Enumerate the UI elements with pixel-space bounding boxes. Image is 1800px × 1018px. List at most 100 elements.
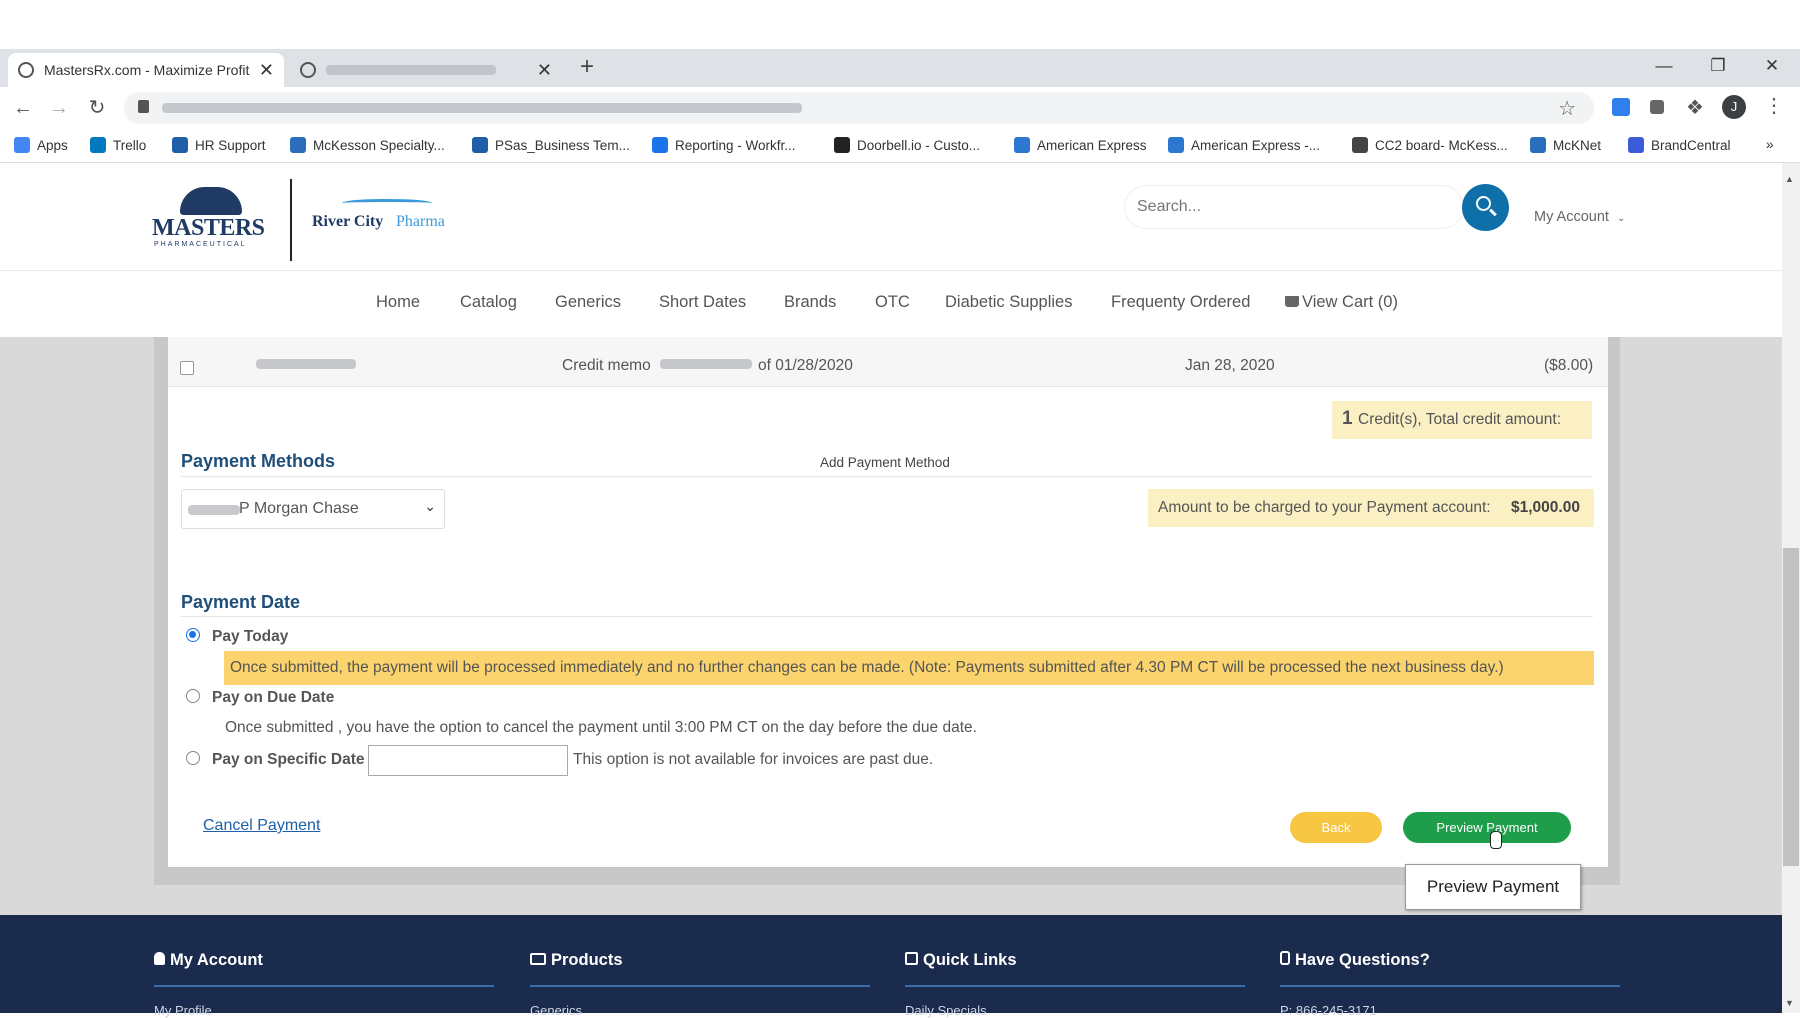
- credit-date: Jan 28, 2020: [1185, 357, 1275, 374]
- nav-otc[interactable]: OTC: [875, 293, 910, 312]
- minimize-icon[interactable]: —: [1636, 49, 1692, 83]
- footer-link-my-profile[interactable]: My Profile: [154, 1003, 212, 1018]
- redacted-id: [256, 359, 356, 369]
- profile-avatar[interactable]: J: [1722, 95, 1746, 119]
- scrollbar-thumb[interactable]: [1783, 548, 1799, 866]
- payment-date-title: Payment Date: [181, 592, 301, 612]
- footer-have-questions[interactable]: Have Questions?: [1280, 951, 1430, 970]
- puzzle-icon[interactable]: ❖: [1686, 95, 1704, 120]
- credit-row-checkbox[interactable]: [180, 361, 194, 375]
- reload-icon[interactable]: ↻: [82, 93, 112, 123]
- footer-quick-links[interactable]: Quick Links: [905, 951, 1017, 970]
- address-bar[interactable]: ☆: [124, 92, 1594, 124]
- bookmark-mcknet[interactable]: McKNet: [1530, 137, 1601, 153]
- search-input[interactable]: [1124, 185, 1464, 229]
- address-row: ← → ↻ ☆ ❖ J ⋮: [0, 87, 1800, 129]
- close-tab-icon[interactable]: ✕: [537, 60, 552, 81]
- nav-diabetic-supplies[interactable]: Diabetic Supplies: [945, 293, 1073, 312]
- window-close-icon[interactable]: ✕: [1744, 49, 1800, 83]
- close-tab-icon[interactable]: ✕: [259, 60, 274, 81]
- preview-payment-button[interactable]: Preview Payment: [1403, 812, 1571, 843]
- redacted-url: [162, 103, 802, 113]
- amex-icon: [1014, 137, 1030, 153]
- amex-icon-2: [1168, 137, 1184, 153]
- masters-sub: PHARMACEUTICAL: [154, 241, 247, 248]
- pay-today-radio[interactable]: [186, 628, 200, 642]
- cancel-payment-link[interactable]: Cancel Payment: [203, 817, 320, 835]
- footer-my-account[interactable]: My Account: [154, 951, 263, 970]
- bookmark-label: CC2 board- McKess...: [1375, 137, 1508, 153]
- search-button[interactable]: [1462, 184, 1509, 231]
- redacted-account: [188, 505, 240, 515]
- bookmark-trello[interactable]: Trello: [90, 137, 146, 153]
- preview-payment-tooltip: Preview Payment: [1405, 864, 1581, 910]
- credit-amount: ($8.00): [1544, 357, 1594, 374]
- scroll-down-arrow-icon[interactable]: ▼: [1785, 998, 1794, 1008]
- pay-due-date-radio[interactable]: [186, 689, 200, 703]
- bookmark-label: HR Support: [195, 137, 266, 153]
- bookmark-psas[interactable]: PSas_Business Tem...: [472, 137, 630, 153]
- my-account-menu[interactable]: My Account ⌄: [1534, 209, 1625, 225]
- lock-icon: [138, 100, 149, 113]
- globe-icon: [300, 62, 316, 78]
- credit-row: Credit memo of 01/28/2020 Jan 28, 2020 (…: [168, 337, 1608, 387]
- bookmark-label: McKNet: [1553, 137, 1602, 153]
- back-arrow-icon[interactable]: ←: [8, 93, 38, 123]
- charge-label: Amount to be charged to your Payment acc…: [1158, 499, 1491, 516]
- globe-icon: [18, 62, 34, 78]
- nav-home[interactable]: Home: [376, 293, 420, 312]
- bookmark-apps-grid[interactable]: Apps: [14, 137, 68, 153]
- extension-icon[interactable]: [1650, 100, 1664, 114]
- pay-today-note-box: Once submitted, the payment will be proc…: [224, 651, 1594, 685]
- credit-summary-box: 1 Credit(s), Total credit amount:: [1332, 401, 1592, 439]
- footer-underline: [530, 985, 870, 987]
- masters-logo[interactable]: MASTERS PHARMACEUTICAL: [152, 185, 272, 249]
- nav-catalog[interactable]: Catalog: [460, 293, 517, 312]
- footer-link-generics[interactable]: Generics: [530, 1003, 582, 1018]
- nav-frequently-ordered[interactable]: Frequenty Ordered: [1111, 293, 1250, 312]
- add-payment-method-link[interactable]: Add Payment Method: [820, 455, 950, 470]
- bookmark-mckesson[interactable]: McKesson Specialty...: [290, 137, 445, 153]
- bookmark-reporting[interactable]: Reporting - Workfr...: [652, 137, 796, 153]
- check-square-icon: [905, 952, 918, 965]
- footer-quick-links-label: Quick Links: [923, 951, 1017, 969]
- payment-card: Credit memo of 01/28/2020 Jan 28, 2020 (…: [168, 337, 1608, 867]
- nav-generics[interactable]: Generics: [555, 293, 621, 312]
- back-button[interactable]: Back: [1290, 812, 1382, 843]
- extension-windows-icon[interactable]: [1612, 98, 1630, 116]
- bookmarks-bar: Apps Trello HR Support McKesson Specialty..…: [0, 129, 1800, 163]
- bookmark-cc2[interactable]: CC2 board- McKess...: [1352, 137, 1508, 153]
- specific-date-input[interactable]: [368, 745, 568, 776]
- redacted-memo-number: [660, 359, 752, 369]
- nav-brands[interactable]: Brands: [784, 293, 836, 312]
- footer-phone[interactable]: P: 866-245-3171: [1280, 1003, 1377, 1018]
- tab-redacted[interactable]: ✕: [290, 53, 562, 87]
- bookmark-amex[interactable]: American Express -...: [1168, 137, 1320, 153]
- footer-link-daily-specials[interactable]: Daily Specials: [905, 1003, 987, 1018]
- pay-specific-date-note: This option is not available for invoice…: [573, 751, 934, 768]
- bookmark-doorbell[interactable]: Doorbell.io - Custo...: [834, 137, 980, 153]
- rivercity-logo[interactable]: River City Pharma: [312, 199, 472, 239]
- footer-products[interactable]: Products: [530, 951, 623, 970]
- tab-mastersrx[interactable]: MastersRx.com - Maximize Profit ✕: [8, 53, 284, 87]
- pay-specific-date-radio[interactable]: [186, 751, 200, 765]
- search-icon: [1476, 196, 1491, 211]
- bookmark-brandcentral[interactable]: BrandCentral: [1628, 137, 1731, 153]
- scroll-up-arrow-icon[interactable]: ▲: [1785, 174, 1794, 184]
- star-icon[interactable]: ☆: [1558, 96, 1576, 121]
- forward-arrow-icon[interactable]: →: [44, 93, 74, 123]
- restore-icon[interactable]: ❐: [1690, 49, 1746, 83]
- bookmark-label: Apps: [37, 137, 68, 153]
- pay-due-date-label: Pay on Due Date: [212, 689, 335, 706]
- bookmark-amex[interactable]: American Express: [1014, 137, 1147, 153]
- bookmark-hr-support[interactable]: HR Support: [172, 137, 266, 153]
- payment-method-select[interactable]: P Morgan Chase ⌄: [181, 489, 445, 529]
- kebab-menu-icon[interactable]: ⋮: [1764, 93, 1784, 118]
- nav-view-cart[interactable]: View Cart (0): [1285, 293, 1398, 312]
- new-tab-icon[interactable]: +: [580, 53, 594, 81]
- divider: [181, 476, 1593, 477]
- bookmarks-overflow-icon[interactable]: »: [1766, 137, 1774, 152]
- trello-icon: [90, 137, 106, 153]
- pay-specific-date-label: Pay on Specific Date: [212, 751, 365, 768]
- nav-short-dates[interactable]: Short Dates: [659, 293, 746, 312]
